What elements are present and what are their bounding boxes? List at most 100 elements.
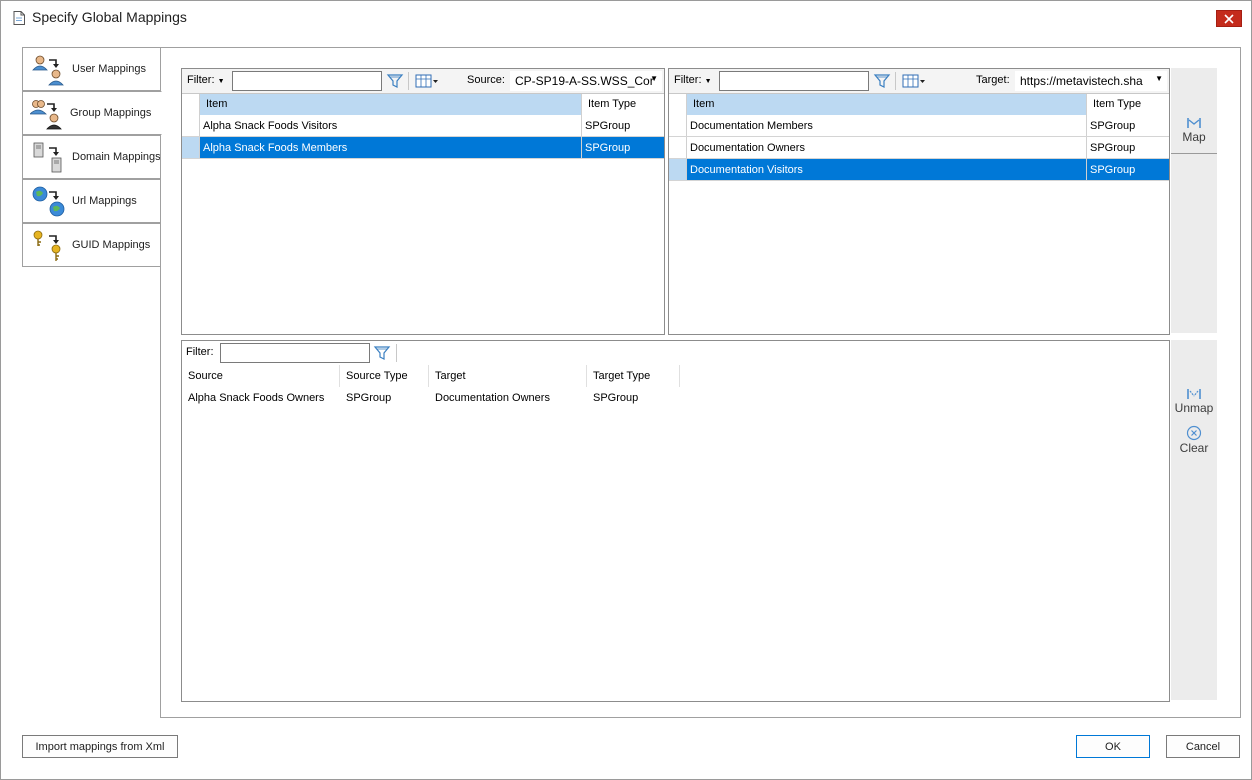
map-icon — [1187, 118, 1201, 128]
clear-button[interactable]: Clear — [1171, 425, 1217, 459]
map-action-strip: Map — [1171, 68, 1217, 333]
column-header-item[interactable]: Item — [687, 94, 1087, 115]
url-mapping-icon — [32, 186, 65, 217]
chevron-down-icon: ▼ — [650, 74, 658, 83]
row-indicator — [669, 159, 687, 180]
unmap-label: Unmap — [1174, 401, 1214, 415]
mappings-filter-label: Filter: — [186, 346, 214, 358]
column-header-source[interactable]: Source — [182, 365, 340, 387]
target-item-type: SPGroup — [1090, 142, 1136, 154]
user-mapping-icon — [32, 55, 64, 86]
row-indicator — [669, 115, 687, 136]
row-indicator — [182, 137, 200, 158]
mapping-content-area: Filter: ▼ Source: CP-SP19-A-SS.WSS_Cor ▼ — [160, 47, 1241, 718]
mappings-panel: Filter: Source Source Type Target Target… — [181, 340, 1170, 702]
clear-circle-x-icon — [1186, 425, 1202, 441]
column-header-item-type[interactable]: Item Type — [1087, 94, 1169, 115]
mapping-document-icon — [13, 11, 25, 25]
mappings-filter-bar: Filter: — [182, 341, 1169, 365]
column-chooser-icon[interactable] — [414, 72, 440, 90]
filter-label: Filter: — [674, 74, 702, 86]
row-indicator-header — [182, 94, 200, 115]
chevron-down-icon: ▼ — [217, 78, 225, 85]
window-title: Specify Global Mappings — [32, 9, 187, 25]
target-filter-input[interactable] — [719, 71, 869, 91]
row-indicator — [182, 115, 200, 136]
mappings-filter-input[interactable] — [220, 343, 370, 363]
tab-user-mappings[interactable]: User Mappings — [22, 47, 161, 91]
tab-label: User Mappings — [72, 63, 146, 75]
cancel-button[interactable]: Cancel — [1166, 735, 1240, 758]
toolbar-separator — [396, 344, 397, 362]
toolbar-separator — [408, 72, 409, 90]
filter-funnel-icon[interactable] — [386, 72, 404, 90]
target-panel: Filter: ▼ Target: https://metavistech.sh… — [668, 68, 1170, 335]
source-panel: Filter: ▼ Source: CP-SP19-A-SS.WSS_Cor ▼ — [181, 68, 665, 335]
source-item-name: Alpha Snack Foods Members — [200, 137, 582, 158]
target-filter-dropdown[interactable]: Filter: ▼ — [674, 74, 712, 86]
mapping-target: Documentation Owners — [435, 392, 550, 404]
target-item-name: Documentation Owners — [687, 137, 1087, 158]
column-header-source-type[interactable]: Source Type — [340, 365, 429, 387]
title-bar: Specify Global Mappings — [1, 1, 1251, 35]
tab-url-mappings[interactable]: Url Mappings — [22, 179, 161, 223]
map-button[interactable]: Map — [1171, 116, 1217, 154]
source-combo-value: CP-SP19-A-SS.WSS_Cor — [515, 74, 654, 88]
row-indicator-header — [669, 94, 687, 115]
source-filter-dropdown[interactable]: Filter: ▼ — [187, 74, 225, 86]
mapping-source: Alpha Snack Foods Owners — [188, 392, 325, 404]
target-site-combo[interactable]: https://metavistech.sha ▼ — [1015, 71, 1167, 91]
tab-label: Url Mappings — [72, 195, 137, 207]
target-filter-bar: Filter: ▼ Target: https://metavistech.sh… — [669, 69, 1169, 93]
source-site-combo[interactable]: CP-SP19-A-SS.WSS_Cor ▼ — [510, 71, 662, 91]
dialog-window: Specify Global Mappings User Mappings Gr… — [0, 0, 1252, 780]
tab-guid-mappings[interactable]: GUID Mappings — [22, 223, 161, 267]
target-row-selected[interactable]: Documentation Visitors SPGroup — [669, 159, 1169, 181]
close-button[interactable] — [1216, 10, 1242, 27]
filter-funnel-icon[interactable] — [873, 72, 891, 90]
tab-label: Group Mappings — [70, 107, 152, 119]
target-item-type: SPGroup — [1087, 159, 1169, 180]
target-row[interactable]: Documentation Members SPGroup — [669, 115, 1169, 137]
target-item-name: Documentation Members — [687, 115, 1087, 136]
tab-group-mappings[interactable]: Group Mappings — [22, 91, 162, 135]
unmap-action-strip: Unmap Clear — [1171, 340, 1217, 700]
target-combo-label: Target: — [976, 74, 1010, 86]
mappings-grid-header: Source Source Type Target Target Type — [182, 365, 1169, 387]
target-row[interactable]: Documentation Owners SPGroup — [669, 137, 1169, 159]
source-filter-input[interactable] — [232, 71, 382, 91]
unmap-icon — [1187, 389, 1201, 399]
column-header-item-type[interactable]: Item Type — [582, 94, 664, 115]
source-grid-header: Item Item Type — [182, 93, 664, 115]
column-header-target[interactable]: Target — [429, 365, 587, 387]
filter-label: Filter: — [187, 74, 215, 86]
map-label: Map — [1182, 130, 1206, 144]
clear-label: Clear — [1179, 441, 1209, 455]
column-chooser-icon[interactable] — [901, 72, 927, 90]
domain-mapping-icon — [33, 142, 62, 173]
column-header-item[interactable]: Item — [200, 94, 582, 115]
toolbar-separator — [895, 72, 896, 90]
chevron-down-icon: ▼ — [704, 78, 712, 85]
guid-mapping-icon — [33, 230, 61, 261]
source-item-type: SPGroup — [582, 137, 664, 158]
mapping-source-type: SPGroup — [346, 392, 392, 404]
mapping-target-type: SPGroup — [593, 392, 639, 404]
target-item-type: SPGroup — [1090, 120, 1136, 132]
close-icon — [1224, 13, 1234, 24]
import-mappings-button[interactable]: Import mappings from Xml — [22, 735, 178, 758]
row-indicator — [669, 137, 687, 158]
source-row[interactable]: Alpha Snack Foods Visitors SPGroup — [182, 115, 664, 137]
mapping-row[interactable]: Alpha Snack Foods Owners SPGroup Documen… — [182, 387, 1169, 409]
ok-button[interactable]: OK — [1076, 735, 1150, 758]
source-row-selected[interactable]: Alpha Snack Foods Members SPGroup — [182, 137, 664, 159]
unmap-button[interactable]: Unmap — [1171, 387, 1217, 421]
source-item-type: SPGroup — [585, 120, 631, 132]
filter-funnel-icon[interactable] — [373, 344, 391, 362]
tab-label: Domain Mappings — [72, 151, 161, 163]
tab-domain-mappings[interactable]: Domain Mappings — [22, 135, 161, 179]
source-combo-label: Source: — [467, 74, 505, 86]
column-header-target-type[interactable]: Target Type — [587, 365, 680, 387]
tab-label: GUID Mappings — [72, 239, 151, 251]
target-combo-value: https://metavistech.sha — [1020, 74, 1143, 88]
